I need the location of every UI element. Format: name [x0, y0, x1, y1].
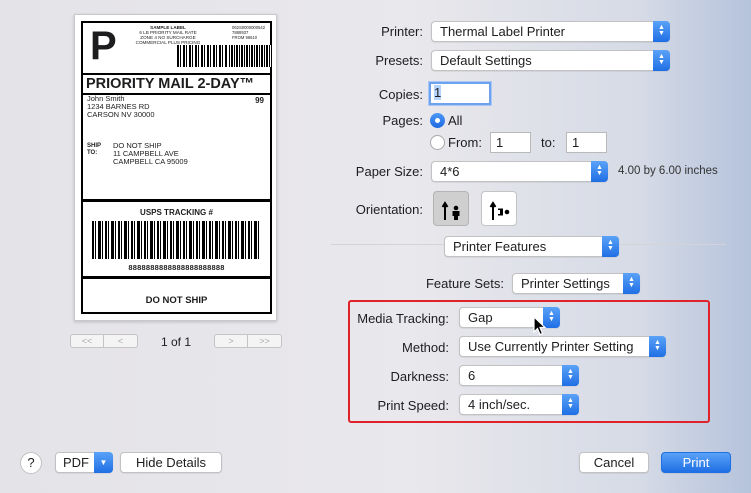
label-preview: P SAMPLE LABEL 6 LB PRIORITY MAIL RATE Z… [74, 14, 277, 321]
pages-label: Pages: [382, 113, 423, 128]
portrait-icon [441, 201, 460, 220]
copies-value: 1 [434, 85, 442, 100]
tracking-number: 8888888888888888888888 [128, 263, 225, 272]
tracking-block: USPS TRACKING # 8888888888888888888888 [83, 199, 270, 279]
mouse-pointer-icon [533, 316, 547, 336]
landscape-icon [489, 201, 510, 220]
feature-sets-popup[interactable]: Printer Settings ▲ ▼ [512, 273, 640, 294]
sample-info: SAMPLE LABEL 6 LB PRIORITY MAIL RATE ZON… [131, 25, 205, 45]
tracking-refs: 062S0000000542 7888937 FROM 96610 [232, 25, 266, 40]
cancel-button[interactable]: Cancel [579, 452, 649, 473]
postage-barcode [177, 45, 227, 67]
help-icon: ? [27, 455, 35, 470]
paper-size-value: 4*6 [440, 164, 460, 179]
prev-page-button[interactable]: < [104, 334, 138, 348]
from-address: John Smith 1234 BARNES RD CARSON NV 3000… [87, 95, 155, 119]
next-page-button[interactable]: > [214, 334, 248, 348]
to-label: TO: [87, 150, 98, 156]
print-button[interactable]: Print [661, 452, 731, 473]
printer-popup[interactable]: Thermal Label Printer ▲ ▼ [431, 21, 670, 42]
pages-range-radio[interactable] [430, 135, 445, 150]
copies-field[interactable]: 1 [429, 82, 491, 105]
pdf-label: PDF [63, 455, 89, 470]
paper-dimensions: 4.00 by 6.00 inches [618, 165, 718, 177]
pager-forward: > >> [214, 334, 282, 349]
section-value: Printer Features [453, 239, 547, 254]
from-line: CARSON NV 30000 [87, 110, 155, 119]
first-page-button[interactable]: << [70, 334, 104, 348]
copies-label: Copies: [378, 87, 423, 102]
print-dialog: P SAMPLE LABEL 6 LB PRIORITY MAIL RATE Z… [0, 0, 751, 493]
ship-label: SHIP [87, 143, 102, 149]
pages-to-field[interactable]: 1 [566, 132, 607, 153]
pages-all-label: All [448, 113, 463, 128]
help-button[interactable]: ? [20, 452, 42, 474]
landscape-orientation-button[interactable] [481, 191, 517, 226]
from-code: 99 [255, 96, 264, 105]
pages-to-label: to: [541, 135, 556, 150]
tracking-title: USPS TRACKING # [140, 208, 213, 217]
service-letter: P [90, 24, 117, 68]
to-line: CAMPBELL CA 95009 [113, 157, 188, 166]
feature-sets-label: Feature Sets: [425, 276, 504, 291]
chevron-updown-icon: ▲ ▼ [602, 236, 619, 257]
pdf-menu-button[interactable]: PDF ▼ [55, 452, 113, 473]
tracking-barcode [92, 221, 260, 259]
portrait-orientation-button[interactable] [433, 191, 469, 226]
presets-label: Presets: [375, 53, 423, 68]
label-footer: DO NOT SHIP [145, 295, 208, 306]
chevron-updown-icon: ▲ ▼ [653, 21, 670, 42]
service-title: PRIORITY MAIL 2-DAY™ [83, 73, 270, 95]
2d-barcode [229, 45, 271, 67]
pager-back: << < [70, 334, 138, 349]
pages-all-radio[interactable] [430, 113, 445, 128]
pages-from-label: From: [448, 135, 482, 150]
highlight-box [348, 300, 710, 423]
feature-sets-value: Printer Settings [521, 276, 610, 291]
orientation-label: Orientation: [355, 202, 423, 217]
pages-from-field[interactable]: 1 [490, 132, 531, 153]
printer-value: Thermal Label Printer [440, 24, 565, 39]
presets-popup[interactable]: Default Settings ▲ ▼ [431, 50, 670, 71]
printer-label: Printer: [381, 24, 423, 39]
paper-size-label: Paper Size: [355, 164, 423, 179]
presets-value: Default Settings [440, 53, 532, 68]
section-popup[interactable]: Printer Features ▲ ▼ [444, 236, 619, 257]
tracking-ref: FROM 96610 [232, 35, 258, 40]
last-page-button[interactable]: >> [248, 334, 282, 348]
chevron-updown-icon: ▲ ▼ [591, 161, 608, 182]
chevron-updown-icon: ▲ ▼ [623, 273, 640, 294]
chevron-down-icon: ▼ [94, 452, 113, 473]
hide-details-button[interactable]: Hide Details [120, 452, 222, 473]
paper-size-popup[interactable]: 4*6 ▲ ▼ [431, 161, 608, 182]
page-indicator: 1 of 1 [160, 335, 192, 349]
ship-to-label: SHIP TO: [87, 143, 101, 157]
chevron-updown-icon: ▲ ▼ [653, 50, 670, 71]
to-address: DO NOT SHIP 11 CAMPBELL AVE CAMPBELL CA … [113, 142, 188, 166]
shipping-label: P SAMPLE LABEL 6 LB PRIORITY MAIL RATE Z… [81, 21, 272, 314]
